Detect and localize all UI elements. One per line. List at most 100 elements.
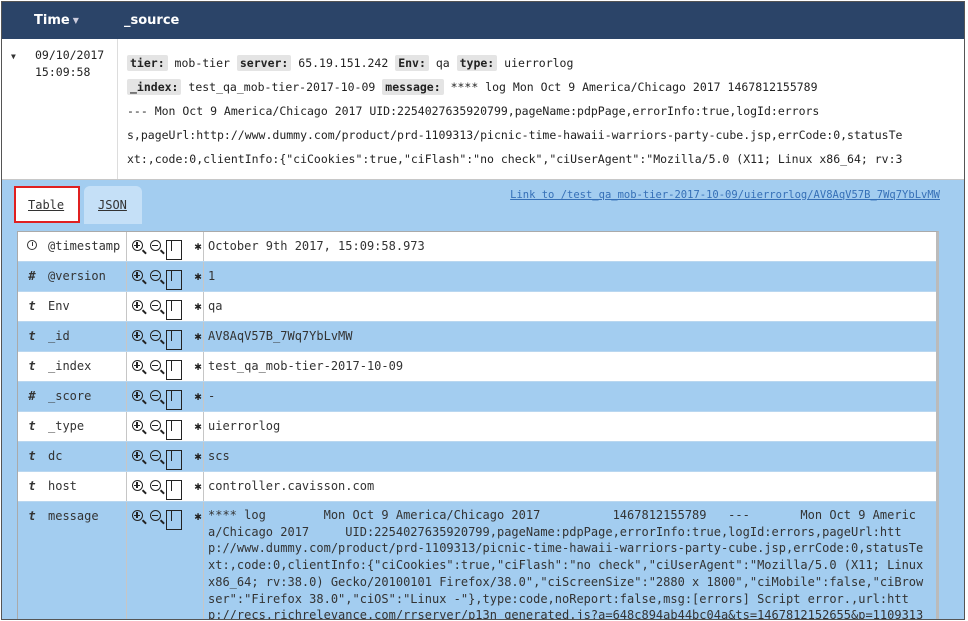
cell-divider — [126, 502, 127, 619]
filter-out-value-icon[interactable] — [148, 477, 162, 495]
filter-out-value-icon[interactable] — [148, 267, 162, 285]
field-value: October 9th 2017, 15:09:58.973 — [208, 239, 425, 253]
toggle-column-icon[interactable] — [166, 507, 182, 530]
field-row: t _id ✱ AV8AqV57B_7Wq7YbLvMW — [18, 322, 936, 352]
field-value: AV8AqV57B_7Wq7YbLvMW — [208, 329, 353, 343]
collapse-toggle-icon[interactable]: ▼ — [11, 52, 16, 61]
field-row: t Env ✱ qa — [18, 292, 936, 322]
filter-for-value-icon[interactable] — [130, 297, 144, 315]
field-name: _type — [48, 419, 85, 433]
document-row[interactable]: ▼ 09/10/2017 15:09:58 tier: mob-tier ser… — [2, 39, 964, 180]
filter-exists-icon[interactable]: ✱ — [184, 267, 201, 285]
toggle-column-icon[interactable] — [166, 417, 182, 440]
source-field-key: type: — [456, 55, 498, 71]
field-action-icons: ✱ — [130, 237, 202, 260]
toggle-column-icon[interactable] — [166, 357, 182, 380]
source-field-key: tier: — [127, 55, 168, 71]
source-field-key: server: — [236, 55, 292, 71]
string-type-icon: t — [28, 419, 36, 433]
toggle-column-icon[interactable] — [166, 447, 182, 470]
filter-out-value-icon[interactable] — [148, 237, 162, 255]
field-row: # @version ✱ 1 — [18, 262, 936, 292]
filter-out-value-icon[interactable] — [148, 507, 162, 525]
filter-out-value-icon[interactable] — [148, 297, 162, 315]
column-divider — [117, 39, 118, 179]
time-column-header[interactable]: Time ▼ — [34, 13, 79, 28]
field-row: t host ✱ controller.cavisson.com — [18, 472, 936, 502]
source-text-line: xt:,code:0,clientInfo:{"ciCookies":true,… — [127, 152, 903, 166]
field-value: 1 — [208, 269, 216, 283]
cell-divider — [126, 322, 127, 351]
document-clock-time: 15:09:58 — [35, 65, 91, 79]
field-action-icons: ✱ — [130, 447, 202, 470]
cell-divider — [126, 292, 127, 321]
field-action-icons: ✱ — [130, 507, 202, 530]
filter-for-value-icon[interactable] — [130, 447, 144, 465]
field-row: t message ✱ **** log Mon Oct 9 America/Chic… — [18, 502, 936, 620]
filter-out-value-icon[interactable] — [148, 447, 162, 465]
table-header: Time ▼ _source — [2, 2, 964, 39]
source-field-value: test_qa_mob-tier-2017-10-09 — [181, 80, 383, 94]
document-detail-panel: Table JSON Link to /test_qa_mob-tier-201… — [2, 180, 964, 620]
source-field-value: uierrorlog — [497, 56, 574, 70]
source-line: _index: test_qa_mob-tier-2017-10-09 mess… — [127, 75, 939, 99]
field-value: - — [208, 389, 216, 403]
toggle-column-icon[interactable] — [166, 267, 182, 290]
field-action-icons: ✱ — [130, 267, 202, 290]
filter-for-value-icon — [130, 387, 144, 405]
sort-desc-icon[interactable]: ▼ — [73, 16, 79, 25]
field-name: _id — [48, 329, 70, 343]
filter-for-value-icon[interactable] — [130, 267, 144, 285]
field-value: test_qa_mob-tier-2017-10-09 — [208, 359, 404, 373]
filter-out-value-icon — [148, 417, 162, 435]
filter-for-value-icon[interactable] — [130, 507, 144, 525]
toggle-column-icon[interactable] — [166, 477, 182, 500]
field-name: _score — [48, 389, 92, 403]
filter-exists-icon[interactable]: ✱ — [184, 507, 201, 525]
string-type-icon: t — [28, 299, 36, 313]
filter-for-value-icon — [130, 357, 144, 375]
source-field-key: _index: — [127, 79, 182, 95]
filter-out-value-icon[interactable] — [148, 327, 162, 345]
field-action-icons: ✱ — [130, 297, 202, 320]
filter-exists-icon[interactable]: ✱ — [184, 447, 201, 465]
toggle-column-icon[interactable] — [166, 297, 182, 320]
field-name: @timestamp — [48, 239, 121, 253]
field-action-icons: ✱ — [130, 387, 202, 410]
field-action-icons: ✱ — [130, 477, 202, 500]
field-action-icons: ✱ — [130, 357, 202, 380]
field-table: @timestamp ✱ October 9th 2017, 15:09:58.97… — [17, 231, 939, 620]
filter-exists-icon: ✱ — [194, 389, 202, 403]
field-value: scs — [208, 449, 230, 463]
tab-table[interactable]: Table — [14, 186, 80, 223]
field-value: uierrorlog — [208, 419, 281, 433]
cell-divider — [126, 442, 127, 471]
filter-exists-icon: ✱ — [194, 329, 202, 343]
filter-exists-icon[interactable]: ✱ — [184, 477, 201, 495]
filter-for-value-icon[interactable] — [130, 477, 144, 495]
tab-json[interactable]: JSON — [84, 186, 142, 224]
field-name: Env — [48, 299, 70, 313]
toggle-column-icon[interactable] — [166, 327, 182, 350]
cell-divider — [126, 382, 127, 411]
source-field-value: mob-tier — [167, 56, 237, 70]
filter-exists-icon[interactable]: ✱ — [184, 297, 201, 315]
field-action-icons: ✱ — [130, 327, 202, 350]
cell-divider — [126, 472, 127, 501]
filter-out-value-icon — [148, 387, 162, 405]
filter-exists-icon[interactable]: ✱ — [184, 237, 201, 255]
field-name: host — [48, 479, 77, 493]
field-value: **** log Mon Oct 9 America/Chicago 2017 … — [208, 508, 924, 620]
number-type-icon: # — [28, 389, 36, 403]
filter-for-value-icon[interactable] — [130, 327, 144, 345]
single-document-link[interactable]: Link to /test_qa_mob-tier-2017-10-09/uie… — [510, 189, 940, 201]
source-field-value: **** log Mon Oct 9 America/Chicago 2017 … — [443, 80, 818, 94]
toggle-column-icon[interactable] — [166, 387, 182, 410]
filter-for-value-icon[interactable] — [130, 237, 144, 255]
source-column-header: _source — [124, 13, 180, 28]
filter-for-value-icon — [130, 417, 144, 435]
source-line: tier: mob-tier server: 65.19.151.242 Env… — [127, 51, 939, 75]
field-name: _index — [48, 359, 92, 373]
toggle-column-icon[interactable] — [166, 237, 182, 260]
field-name: message — [48, 509, 99, 523]
